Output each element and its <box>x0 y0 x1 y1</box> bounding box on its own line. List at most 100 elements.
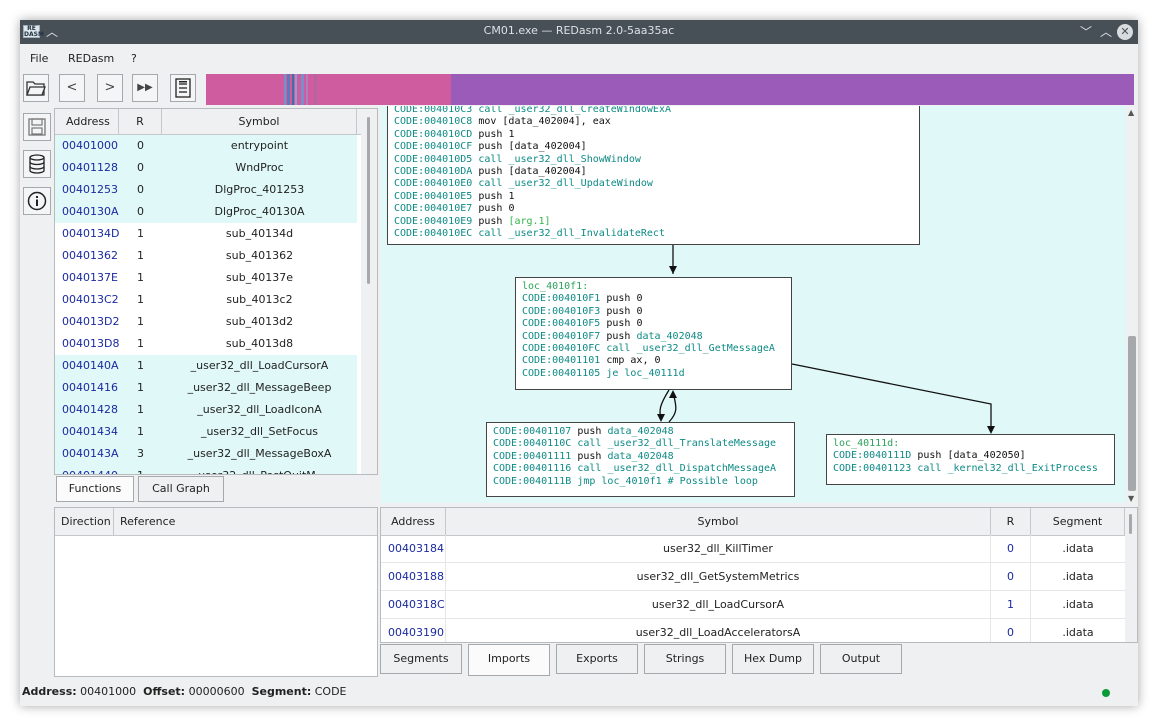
function-symbol: sub_40137e <box>226 271 293 284</box>
maximize-icon[interactable]: ︿ <box>1098 24 1114 40</box>
table-row[interactable]: 0040143A 3 _user32_dll_MessageBoxA <box>55 443 357 465</box>
function-address: 00401000 <box>62 139 118 152</box>
function-symbol: entrypoint <box>230 139 289 152</box>
tab-functions[interactable]: Functions <box>56 476 134 502</box>
nav-marker <box>292 74 294 105</box>
tab-strings[interactable]: Strings <box>644 644 726 674</box>
title-bar[interactable]: RE DASM ︿ CM01.exe — REDasm 2.0-5aa35ac ﹀… <box>20 20 1138 44</box>
functions-scrollbar-thumb[interactable] <box>367 117 370 284</box>
scroll-up-icon[interactable]: ▲ <box>1128 108 1134 117</box>
column-r[interactable]: R <box>119 109 162 134</box>
function-refs: 1 <box>137 271 144 284</box>
edge-2-4 <box>791 363 992 432</box>
table-row[interactable]: 00401362 1 sub_401362 <box>55 245 357 267</box>
function-symbol: DlgProc_40130A <box>214 205 305 218</box>
tab-hex-dump[interactable]: Hex Dump <box>732 644 814 674</box>
nav-marker <box>287 74 290 105</box>
open-button[interactable] <box>23 74 49 102</box>
table-row[interactable]: 004013C2 1 sub_4013c2 <box>55 289 357 311</box>
function-address: 004013D8 <box>62 337 120 350</box>
listing-button[interactable] <box>170 74 196 102</box>
function-symbol: WndProc <box>235 161 284 174</box>
column-symbol[interactable]: Symbol <box>446 508 991 535</box>
menu-file[interactable]: File <box>30 52 48 65</box>
function-refs: 1 <box>137 227 144 240</box>
import-segment: .idata <box>1062 626 1094 639</box>
main-window: RE DASM ︿ CM01.exe — REDasm 2.0-5aa35ac ﹀… <box>20 20 1138 706</box>
tab-segments[interactable]: Segments <box>380 644 462 674</box>
function-address: 0040137E <box>62 271 118 284</box>
function-symbol: sub_401362 <box>225 249 294 262</box>
functions-scrollbar[interactable] <box>361 109 377 474</box>
table-row[interactable]: 0040134D 1 sub_40134d <box>55 223 357 245</box>
table-row[interactable]: 00401000 0 entrypoint <box>55 135 357 157</box>
column-address[interactable]: Address <box>381 508 446 535</box>
import-address: 00403188 <box>381 563 446 590</box>
tab-output[interactable]: Output <box>820 644 902 674</box>
tab-exports[interactable]: Exports <box>556 644 638 674</box>
function-refs: 0 <box>137 183 144 196</box>
close-icon[interactable]: ✕ <box>1117 24 1133 40</box>
function-refs: 1 <box>137 293 144 306</box>
table-row[interactable]: 00403190 user32_dll_LoadAcceleratorsA 0 .id… <box>381 619 1125 642</box>
references-table: Direction Reference <box>54 507 378 677</box>
status-segment: CODE <box>314 685 347 698</box>
minimize-icon[interactable]: ﹀ <box>1078 24 1094 40</box>
table-row[interactable]: 00401128 0 WndProc <box>55 157 357 179</box>
table-row[interactable]: 0040318C user32_dll_LoadCursorA 1 .idata <box>381 591 1125 619</box>
menu-bar: File REDasm ? <box>20 44 1138 66</box>
tab-call-graph[interactable]: Call Graph <box>138 476 224 502</box>
menu-help[interactable]: ? <box>131 52 137 65</box>
table-row[interactable]: 00401440 1 _user32_dll_PostQuitM... <box>55 465 357 474</box>
imports-scrollbar[interactable] <box>1125 508 1137 642</box>
column-address[interactable]: Address <box>55 109 119 134</box>
info-button[interactable] <box>23 187 51 215</box>
table-row[interactable]: 00403188 user32_dll_GetSystemMetrics 0 .ida… <box>381 563 1125 591</box>
column-segment[interactable]: Segment <box>1031 508 1125 535</box>
import-refs: 1 <box>991 591 1031 618</box>
table-row[interactable]: 00401416 1 _user32_dll_MessageBeep <box>55 377 357 399</box>
save-button[interactable] <box>23 113 51 141</box>
table-row[interactable]: 00401434 1 _user32_dll_SetFocus <box>55 421 357 443</box>
table-row[interactable]: 0040140A 1 _user32_dll_LoadCursorA <box>55 355 357 377</box>
function-address: 00401128 <box>62 161 118 174</box>
table-row[interactable]: 0040137E 1 sub_40137e <box>55 267 357 289</box>
import-symbol: user32_dll_LoadAcceleratorsA <box>446 619 991 642</box>
function-refs: 1 <box>137 249 144 262</box>
column-reference[interactable]: Reference <box>114 508 377 535</box>
table-row[interactable]: 004013D2 1 sub_4013d2 <box>55 311 357 333</box>
function-refs: 1 <box>137 315 144 328</box>
import-address: 00403184 <box>381 535 446 562</box>
function-refs: 1 <box>137 403 144 416</box>
database-button[interactable] <box>23 150 51 178</box>
forward-button[interactable]: > <box>97 74 123 102</box>
graph-scrollbar[interactable]: ▲ ▼ <box>1126 106 1138 503</box>
segment-navigation-bar[interactable] <box>206 74 1134 105</box>
menu-redasm[interactable]: REDasm <box>68 52 114 65</box>
column-r[interactable]: R <box>991 508 1031 535</box>
table-row[interactable]: 00401428 1 _user32_dll_LoadIconA <box>55 399 357 421</box>
function-address: 00401253 <box>62 183 118 196</box>
scroll-down-icon[interactable]: ▼ <box>1128 494 1134 503</box>
function-address: 00401440 <box>62 465 118 474</box>
column-direction[interactable]: Direction <box>55 508 114 535</box>
status-address-label: Address: <box>22 685 77 698</box>
goto-button[interactable]: ▶▶ <box>132 74 158 102</box>
column-symbol[interactable]: Symbol <box>162 109 357 134</box>
imports-table-header: Address Symbol R Segment <box>381 508 1125 536</box>
function-address: 00401428 <box>62 403 118 416</box>
import-symbol: user32_dll_KillTimer <box>446 535 991 562</box>
imports-scrollbar-thumb[interactable] <box>1129 514 1132 534</box>
back-button[interactable]: < <box>59 74 85 102</box>
import-address: 00403190 <box>381 619 446 642</box>
info-icon <box>27 191 47 211</box>
import-symbol: user32_dll_GetSystemMetrics <box>446 563 991 590</box>
tab-imports[interactable]: Imports <box>468 644 550 676</box>
table-row[interactable]: 004013D8 1 sub_4013d8 <box>55 333 357 355</box>
function-address: 0040134D <box>62 227 120 240</box>
table-row[interactable]: 0040130A 0 DlgProc_40130A <box>55 201 357 223</box>
table-row[interactable]: 00403184 user32_dll_KillTimer 0 .idata <box>381 535 1125 563</box>
graph-scrollbar-thumb[interactable] <box>1128 336 1136 491</box>
table-row[interactable]: 00401253 0 DlgProc_401253 <box>55 179 357 201</box>
graph-view[interactable]: CODE:004010C3 call _user32_dll_CreateWin… <box>381 106 1138 503</box>
